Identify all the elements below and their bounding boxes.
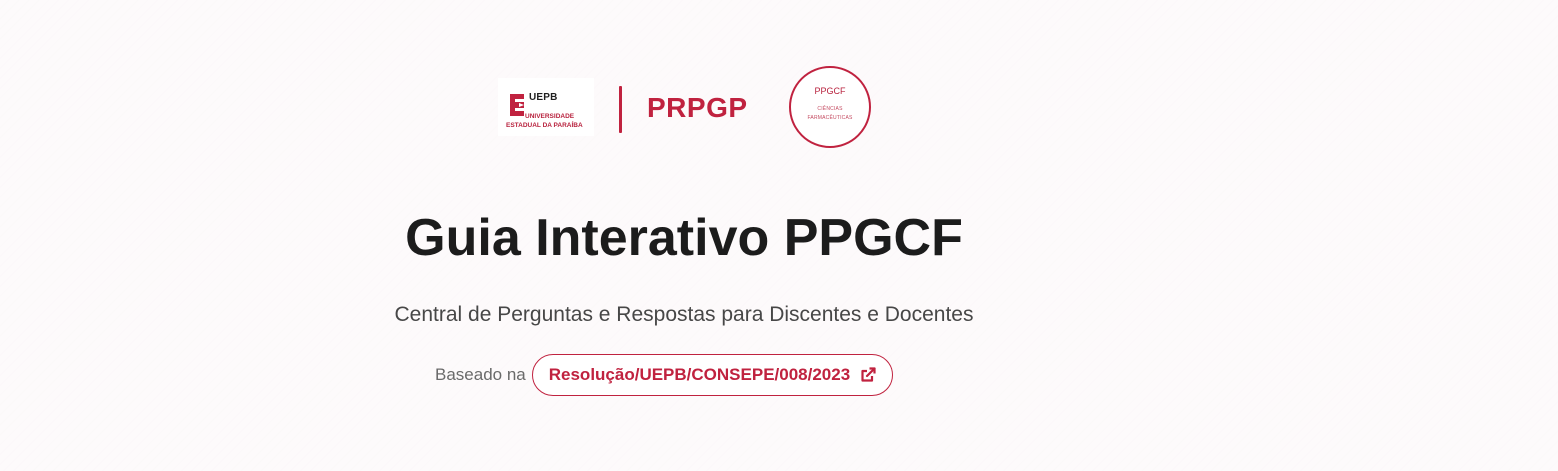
uepb-line1: UNIVERSIDADE	[525, 113, 575, 120]
ppgcf-badge-title: PPGCF	[814, 86, 846, 96]
uepb-line2: ESTADUAL DA PARAÍBA	[506, 122, 583, 129]
uepb-name: UEPB	[529, 92, 558, 103]
uepb-logo: UEPB UNIVERSIDADE ESTADUAL DA PARAÍBA	[498, 78, 594, 136]
logo-divider	[619, 86, 622, 133]
ppgcf-badge: PPGCF CIÊNCIAS FARMACÊUTICAS	[789, 66, 871, 148]
resolution-link[interactable]: Resolução/UEPB/CONSEPE/008/2023	[531, 354, 894, 396]
resolution-basis: Baseado na Resolução/UEPB/CONSEPE/008/20…	[435, 354, 894, 396]
basis-label: Baseado na	[435, 365, 526, 384]
header-logos: UEPB UNIVERSIDADE ESTADUAL DA PARAÍBA PR…	[498, 66, 878, 150]
page-subtitle: Central de Perguntas e Respostas para Di…	[394, 303, 974, 326]
ppgcf-badge-sub2: FARMACÊUTICAS	[807, 115, 853, 121]
ppgcf-badge-sub1: CIÊNCIAS	[817, 106, 843, 112]
uepb-mark-icon	[510, 94, 524, 116]
resolution-link-text: Resolução/UEPB/CONSEPE/008/2023	[548, 365, 851, 384]
external-link-icon	[861, 367, 876, 382]
page-title: Guia Interativo PPGCF	[405, 209, 963, 267]
prpgp-logo: PRPGP	[647, 92, 748, 123]
